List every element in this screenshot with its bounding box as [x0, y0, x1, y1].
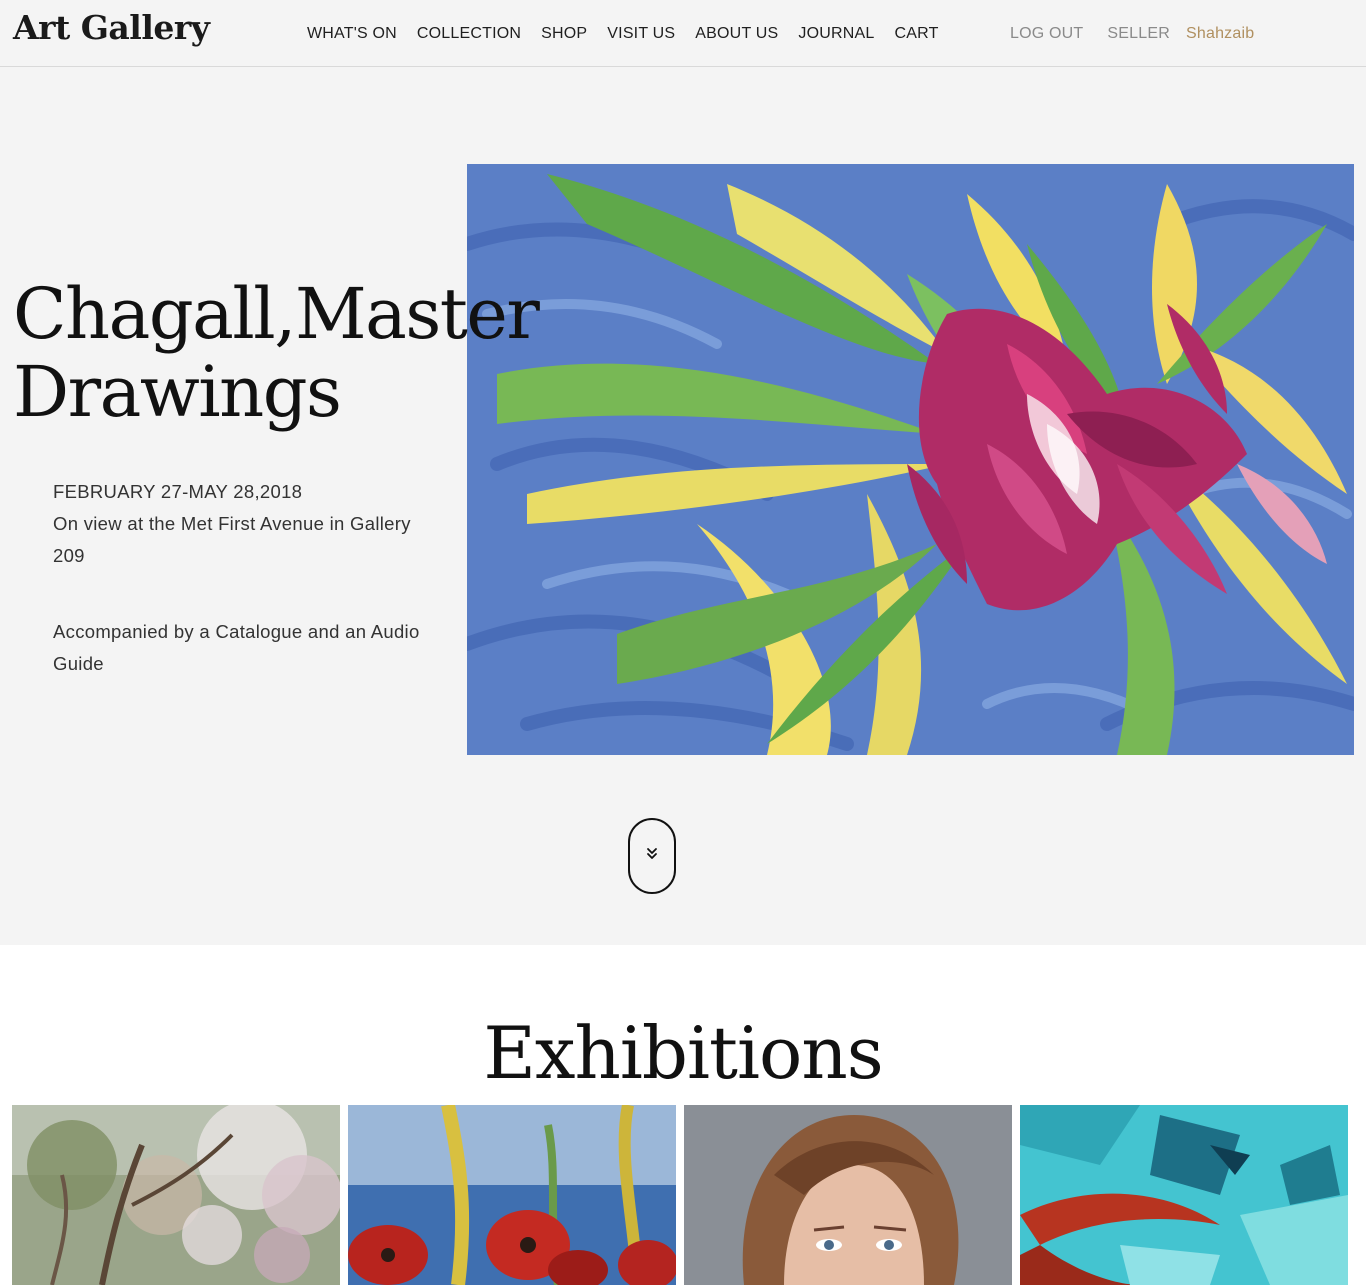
- scroll-down-button[interactable]: [628, 818, 676, 894]
- hero-title-line2: Drawings: [13, 351, 342, 433]
- site-header: Art Gallery WHAT'S ON COLLECTION SHOP VI…: [0, 0, 1366, 67]
- exhibitions-heading: Exhibitions: [483, 1011, 883, 1095]
- girl-portrait-painting: [684, 1105, 1012, 1285]
- exhibition-card-portrait[interactable]: [684, 1105, 1012, 1285]
- exhibition-card-blossom[interactable]: [12, 1105, 340, 1285]
- exhibition-location: On view at the Met First Avenue in Galle…: [53, 513, 411, 566]
- nav-cart[interactable]: CART: [895, 25, 939, 43]
- hero-artwork-image: [467, 164, 1354, 755]
- exhibition-card-poppies[interactable]: [348, 1105, 676, 1285]
- seller-link[interactable]: SELLER: [1107, 25, 1170, 43]
- nav-journal[interactable]: JOURNAL: [798, 25, 874, 43]
- exhibition-dates: FEBRUARY 27-MAY 28,2018: [53, 481, 303, 502]
- red-poppies-painting: [348, 1105, 676, 1285]
- exhibition-info: FEBRUARY 27-MAY 28,2018 On view at the M…: [53, 476, 433, 680]
- logout-link[interactable]: LOG OUT: [1010, 25, 1083, 43]
- double-chevron-down-icon: [645, 847, 659, 866]
- exhibition-extras: Accompanied by a Catalogue and an Audio …: [53, 621, 420, 674]
- nav-shop[interactable]: SHOP: [541, 25, 587, 43]
- account-links: LOG OUT SELLER Shahzaib: [1010, 0, 1278, 67]
- username-link[interactable]: Shahzaib: [1186, 25, 1254, 43]
- site-logo[interactable]: Art Gallery: [13, 8, 210, 47]
- nav-about-us[interactable]: ABOUT US: [695, 25, 778, 43]
- exhibitions-cards: [12, 1105, 1356, 1285]
- hero-section: Chagall,Master Drawings FEBRUARY 27-MAY …: [0, 67, 1366, 945]
- hero-title: Chagall,Master Drawings: [13, 273, 540, 433]
- nav-collection[interactable]: COLLECTION: [417, 25, 521, 43]
- turquoise-abstract-painting: [1020, 1105, 1348, 1285]
- main-nav: WHAT'S ON COLLECTION SHOP VISIT US ABOUT…: [307, 0, 959, 67]
- nav-whats-on[interactable]: WHAT'S ON: [307, 25, 397, 43]
- blossom-tree-painting: [12, 1105, 340, 1285]
- exhibition-card-abstract[interactable]: [1020, 1105, 1348, 1285]
- nav-visit-us[interactable]: VISIT US: [607, 25, 675, 43]
- hero-title-line1: Chagall,Master: [13, 273, 540, 355]
